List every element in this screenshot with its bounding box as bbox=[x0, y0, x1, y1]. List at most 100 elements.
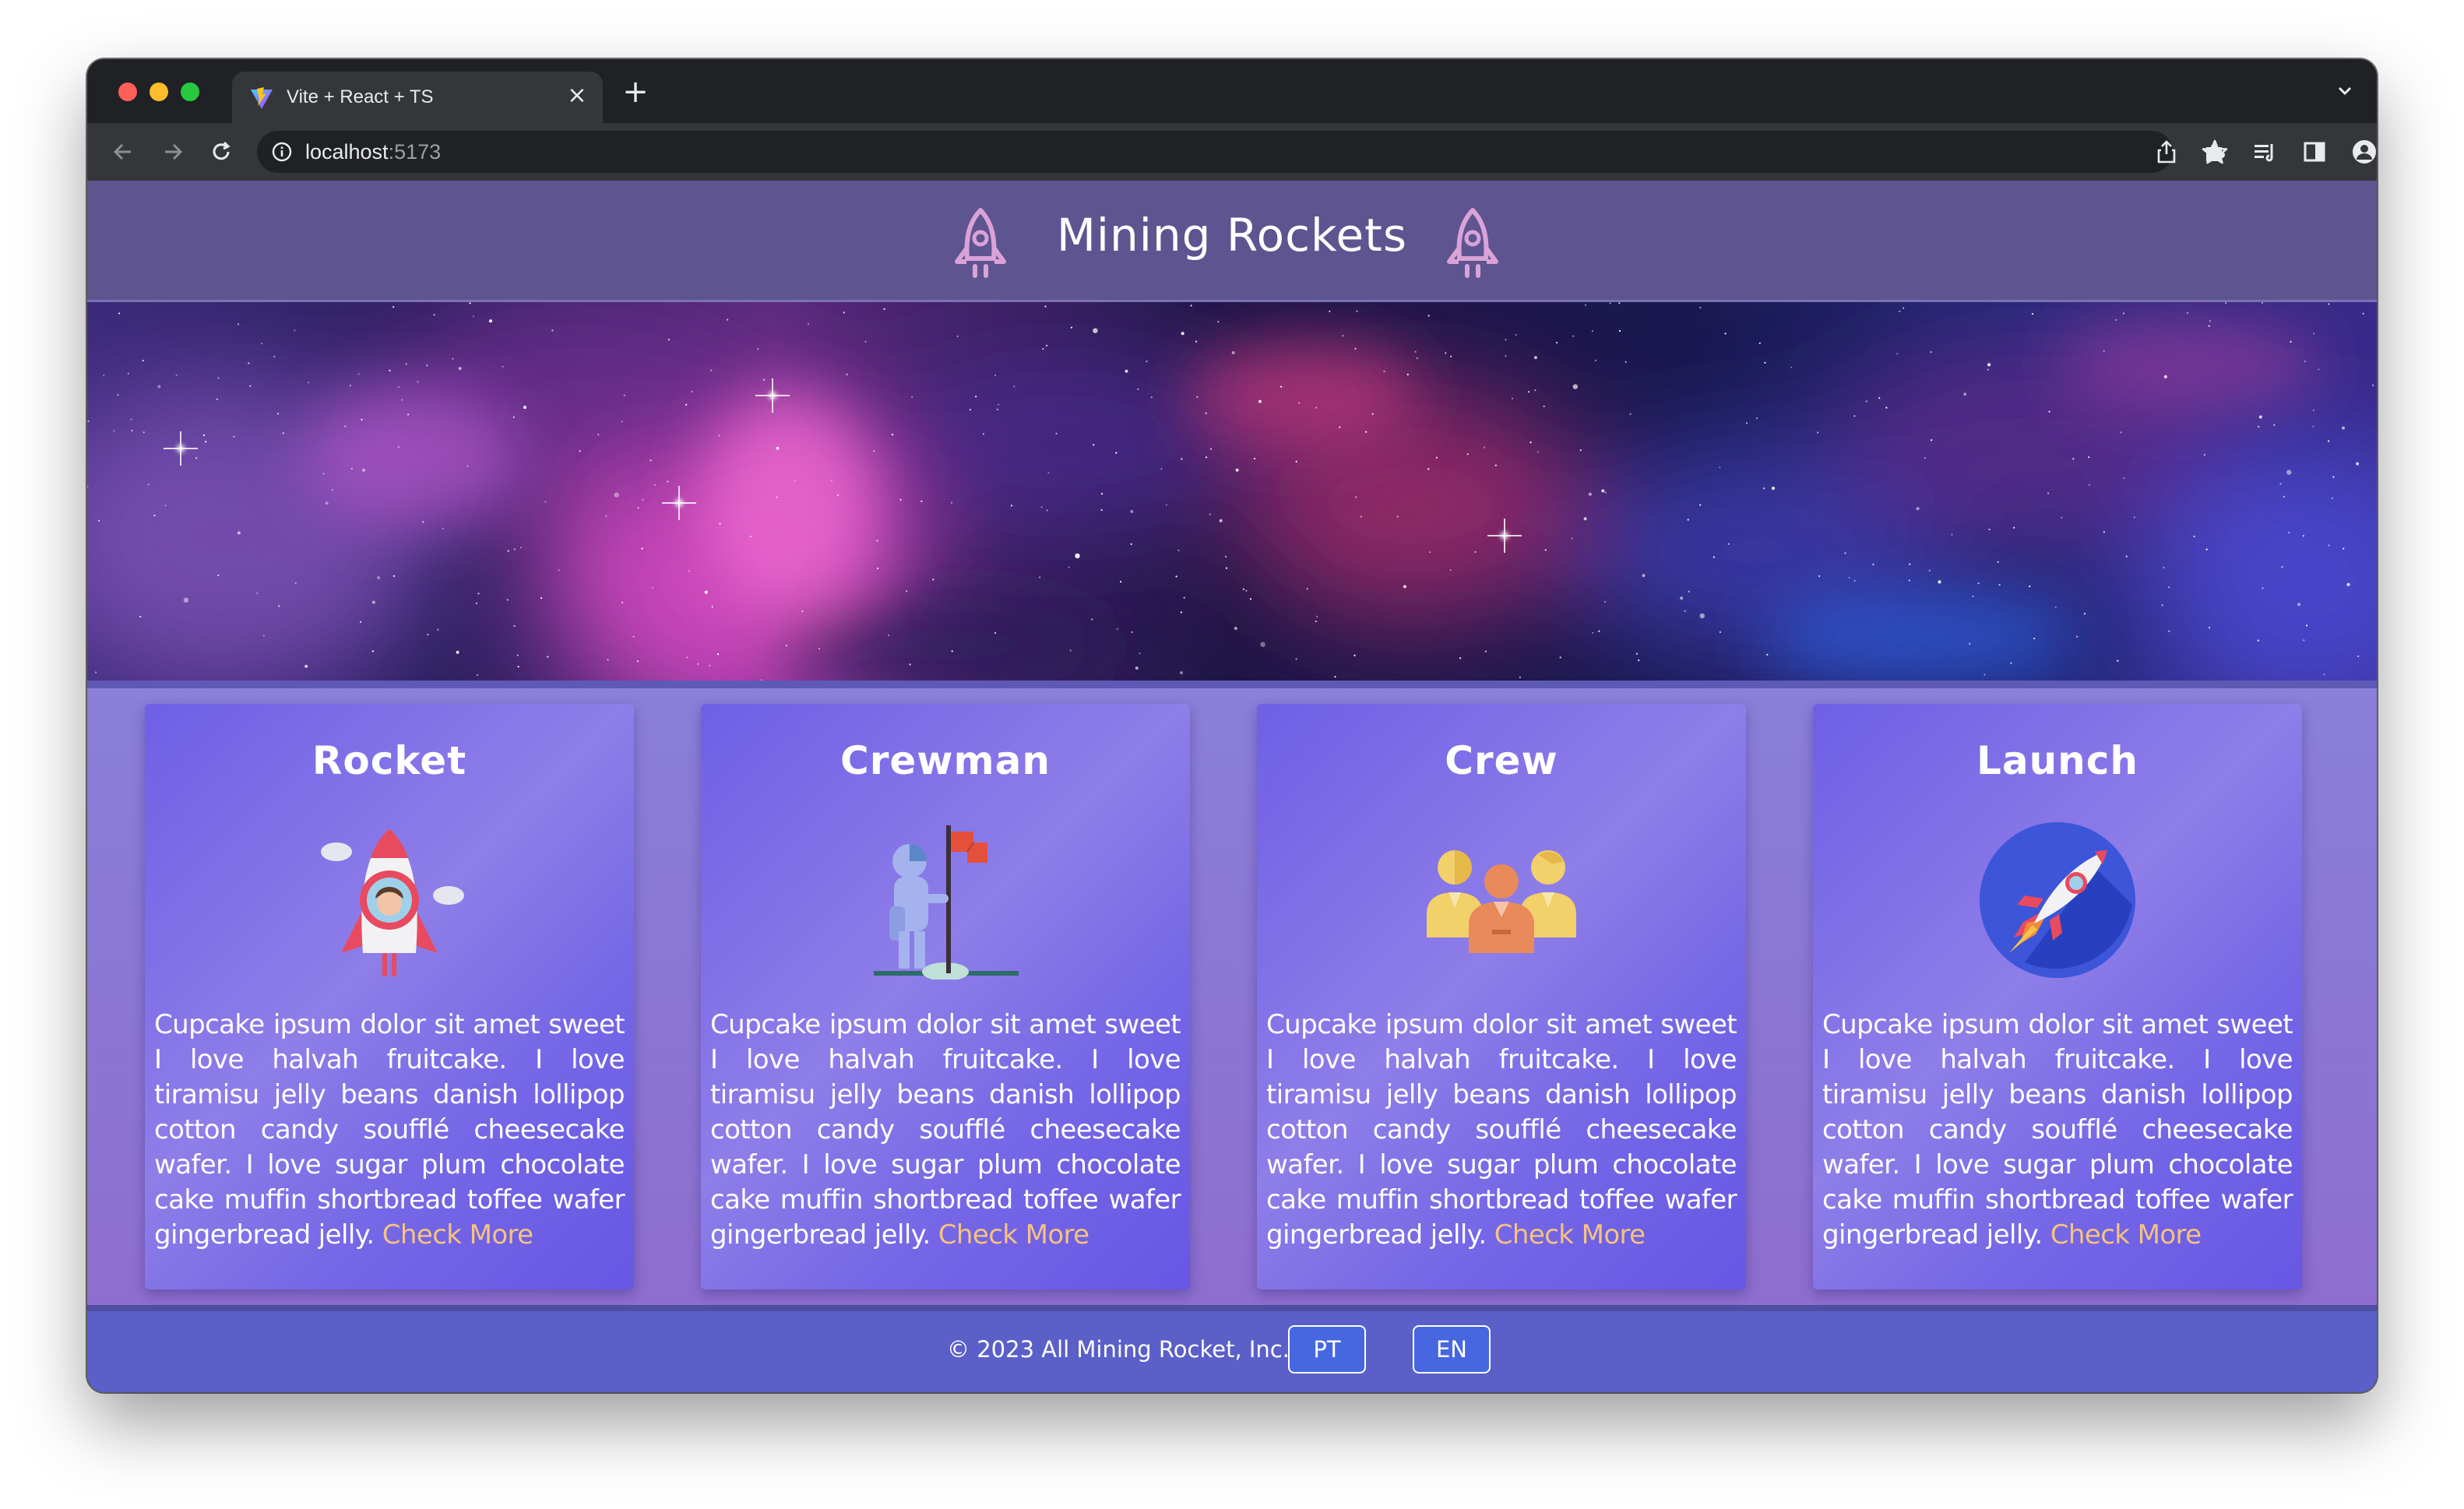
star bbox=[1583, 517, 1587, 521]
language-en-button[interactable]: EN bbox=[1413, 1325, 1491, 1374]
star bbox=[1928, 569, 1931, 572]
check-more-link[interactable]: Check More bbox=[938, 1219, 1089, 1250]
new-tab-button[interactable]: + bbox=[621, 76, 649, 107]
star bbox=[1853, 415, 1856, 417]
star bbox=[2117, 660, 2119, 662]
tab-active[interactable]: Vite + React + TS × bbox=[232, 72, 603, 123]
star bbox=[195, 457, 198, 459]
star bbox=[1818, 575, 1821, 577]
star bbox=[877, 567, 879, 570]
star bbox=[996, 408, 998, 410]
side-panel-icon[interactable] bbox=[2300, 138, 2328, 166]
star bbox=[547, 656, 549, 658]
check-more-link[interactable]: Check More bbox=[2050, 1219, 2202, 1250]
star bbox=[951, 650, 953, 652]
minimize-window-button[interactable] bbox=[150, 83, 168, 101]
star bbox=[1180, 611, 1182, 614]
star bbox=[1908, 579, 1910, 582]
close-icon[interactable]: × bbox=[565, 84, 589, 107]
star bbox=[2290, 340, 2292, 343]
star bbox=[2343, 547, 2345, 550]
share-icon[interactable] bbox=[2154, 139, 2179, 165]
star bbox=[1903, 307, 1905, 309]
star bbox=[2122, 312, 2125, 315]
star bbox=[649, 459, 652, 462]
star bbox=[1529, 441, 1532, 444]
star bbox=[433, 314, 435, 316]
star bbox=[1899, 310, 1901, 312]
close-window-button[interactable] bbox=[118, 83, 137, 101]
star bbox=[1183, 596, 1185, 599]
star bbox=[308, 382, 310, 384]
star bbox=[273, 355, 276, 357]
reload-icon[interactable] bbox=[207, 138, 235, 166]
info-icon[interactable] bbox=[271, 141, 293, 163]
star bbox=[1371, 413, 1374, 415]
check-more-link[interactable]: Check More bbox=[382, 1219, 533, 1250]
star bbox=[2163, 566, 2165, 569]
star bbox=[1130, 543, 1132, 545]
star bbox=[1592, 631, 1594, 634]
star bbox=[636, 660, 639, 663]
star bbox=[818, 648, 821, 650]
star bbox=[558, 569, 560, 572]
star bbox=[1209, 448, 1213, 450]
star bbox=[452, 357, 454, 360]
star bbox=[1093, 328, 1098, 333]
star bbox=[1969, 642, 1971, 645]
star bbox=[1865, 400, 1867, 403]
star bbox=[1416, 357, 1418, 360]
star bbox=[507, 550, 509, 552]
star bbox=[466, 465, 469, 467]
back-arrow-icon[interactable] bbox=[109, 138, 137, 166]
address-bar[interactable]: localhost:5173 bbox=[257, 131, 2228, 173]
star bbox=[1260, 642, 1265, 647]
tab-title: Vite + React + TS bbox=[287, 86, 434, 107]
page-content: Mining Rockets Rocket Cupcake ipsum dolo… bbox=[87, 181, 2377, 1392]
star bbox=[233, 435, 235, 438]
star bbox=[475, 602, 477, 604]
star bbox=[142, 360, 144, 362]
star bbox=[1383, 370, 1385, 373]
star bbox=[1249, 598, 1252, 600]
star bbox=[1047, 472, 1050, 474]
extensions-puzzle-icon[interactable] bbox=[2201, 138, 2229, 166]
star bbox=[1040, 506, 1043, 508]
star bbox=[1604, 491, 1607, 494]
star bbox=[262, 635, 265, 637]
star bbox=[2303, 639, 2305, 642]
card-title: Launch bbox=[1976, 738, 2139, 783]
star bbox=[237, 531, 241, 535]
star bbox=[2161, 604, 2163, 607]
star bbox=[153, 514, 156, 517]
star bbox=[1137, 388, 1139, 390]
star bbox=[2262, 587, 2264, 589]
star bbox=[2103, 531, 2105, 533]
maximize-window-button[interactable] bbox=[181, 83, 199, 101]
star bbox=[261, 343, 263, 345]
star bbox=[2331, 497, 2333, 499]
star bbox=[1044, 305, 1047, 308]
star bbox=[1594, 359, 1597, 361]
star bbox=[350, 467, 353, 470]
forward-arrow-icon[interactable] bbox=[159, 138, 187, 166]
check-more-link[interactable]: Check More bbox=[1494, 1219, 1646, 1250]
star bbox=[1042, 348, 1044, 350]
star bbox=[808, 323, 810, 325]
reading-list-icon[interactable] bbox=[2251, 138, 2279, 166]
star bbox=[1205, 412, 1207, 414]
star bbox=[1046, 344, 1048, 346]
language-pt-button[interactable]: PT bbox=[1288, 1325, 1366, 1374]
star bbox=[846, 373, 848, 376]
star bbox=[392, 575, 396, 577]
star bbox=[1365, 431, 1368, 433]
chevron-down-icon[interactable] bbox=[2333, 79, 2357, 103]
profile-avatar-icon[interactable] bbox=[2350, 138, 2377, 166]
star bbox=[2332, 476, 2335, 478]
star bbox=[360, 621, 362, 623]
star bbox=[506, 599, 509, 601]
star bbox=[2281, 566, 2283, 568]
star bbox=[407, 413, 410, 416]
card-title: Rocket bbox=[312, 738, 467, 783]
star bbox=[2297, 603, 2300, 607]
